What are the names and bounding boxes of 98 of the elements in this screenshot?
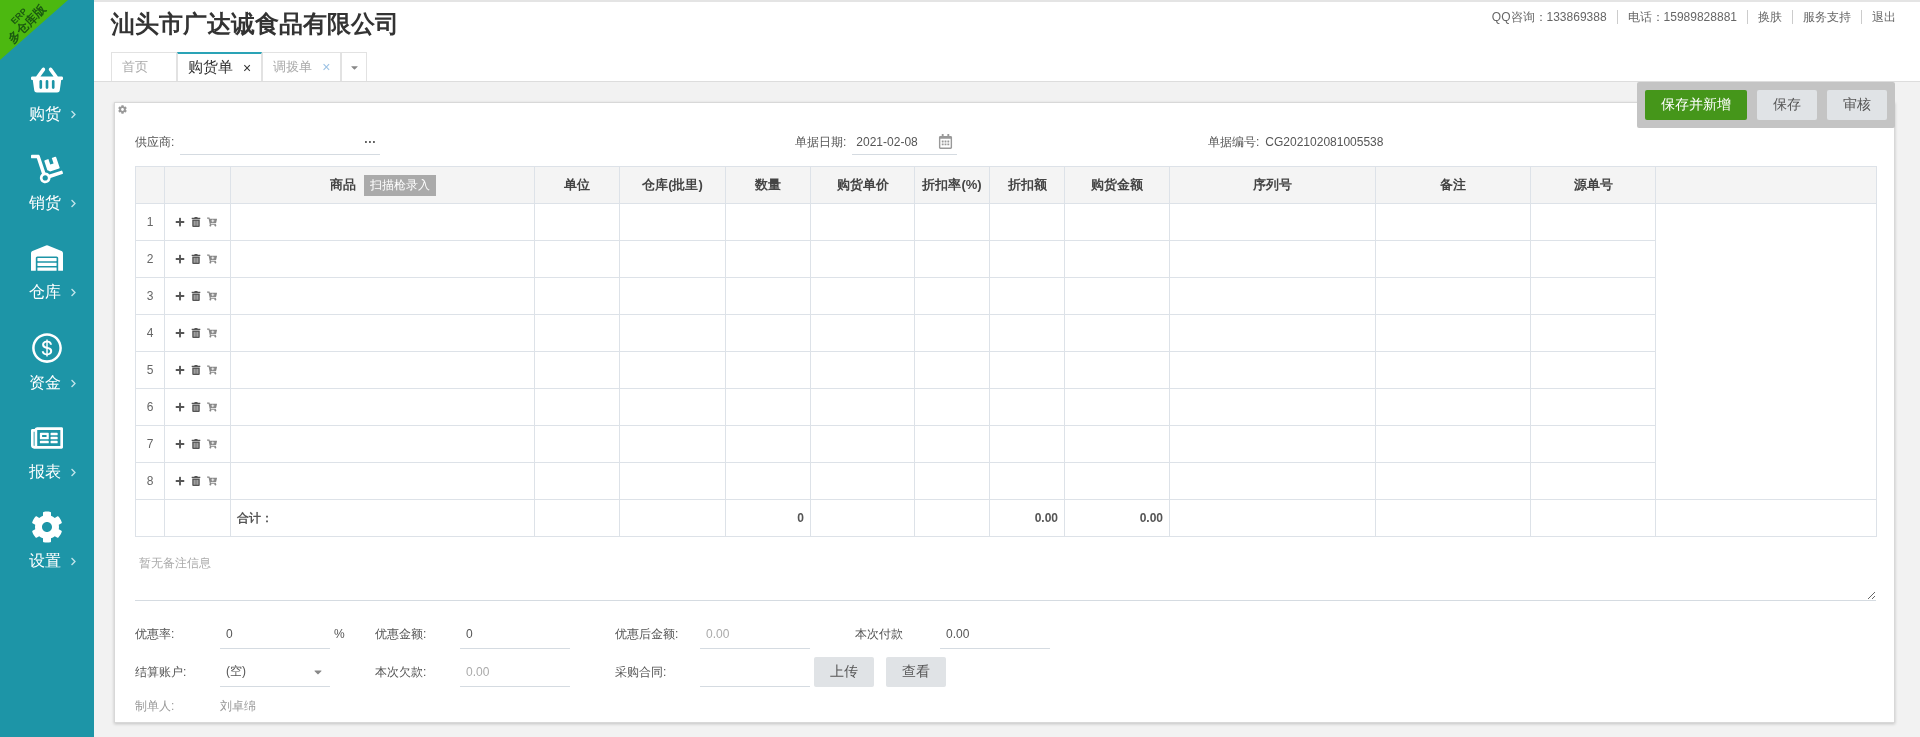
input-field[interactable]: 0.00 bbox=[940, 619, 1050, 649]
row-number: 6 bbox=[146, 400, 154, 414]
row-number: 8 bbox=[146, 474, 154, 488]
unit-label: % bbox=[334, 627, 345, 641]
row-number: 4 bbox=[146, 326, 154, 340]
plus-icon[interactable] bbox=[175, 328, 185, 338]
field-label: 本次付款 bbox=[855, 625, 904, 643]
plus-icon[interactable] bbox=[175, 365, 185, 375]
column-header: 仓库(批里) bbox=[619, 166, 726, 204]
column-header: 单位 bbox=[534, 166, 620, 204]
cart-icon[interactable] bbox=[207, 402, 217, 412]
chevron-right-icon bbox=[68, 288, 78, 297]
column-header: 购货单价 bbox=[810, 166, 915, 204]
company-title: 汕头市广达诚食品有限公司 bbox=[111, 9, 399, 39]
creator-name: 刘卓绵 bbox=[220, 697, 256, 715]
supplier-field[interactable]: ··· bbox=[180, 129, 381, 155]
plus-icon[interactable] bbox=[175, 439, 185, 449]
hand-truck-icon bbox=[31, 153, 63, 185]
column-header: 折扣率(%) bbox=[914, 166, 990, 204]
header-link[interactable]: 退出 bbox=[1861, 10, 1906, 24]
cart-icon[interactable] bbox=[207, 439, 217, 449]
trash-icon[interactable] bbox=[191, 328, 201, 338]
action-button[interactable]: 审核 bbox=[1827, 90, 1887, 120]
field-label: 采购合同: bbox=[615, 663, 668, 681]
sidebar-item[interactable]: 购货 bbox=[16, 64, 78, 125]
upload-button[interactable]: 查看 bbox=[886, 657, 946, 687]
header-link[interactable]: QQ咨询：133869388 bbox=[1481, 10, 1617, 24]
row-number: 3 bbox=[146, 289, 154, 303]
field-label: 制单人: bbox=[135, 697, 176, 715]
chevron-right-icon bbox=[68, 468, 78, 477]
close-button[interactable]: × bbox=[243, 59, 252, 76]
trash-icon[interactable] bbox=[191, 402, 201, 412]
table-cell: 0.00 bbox=[1064, 499, 1170, 537]
row-number: 1 bbox=[146, 215, 154, 229]
trash-icon[interactable] bbox=[191, 254, 201, 264]
field-label: 单据日期: bbox=[795, 133, 847, 151]
field-label: 优惠后金额: bbox=[615, 625, 680, 643]
field-label: 供应商: bbox=[135, 133, 175, 151]
cart-icon[interactable] bbox=[207, 328, 217, 338]
chevron-right-icon bbox=[68, 110, 78, 119]
column-header: 备注 bbox=[1375, 166, 1531, 204]
plus-icon[interactable] bbox=[175, 217, 185, 227]
sidebar-item[interactable]: 资金 bbox=[16, 331, 78, 394]
trash-icon[interactable] bbox=[191, 476, 201, 486]
field-label: 单据编号: bbox=[1208, 133, 1260, 151]
cart-icon[interactable] bbox=[207, 254, 217, 264]
cart-icon[interactable] bbox=[207, 365, 217, 375]
upload-button[interactable]: 上传 bbox=[814, 657, 874, 687]
header-link[interactable]: 服务支持 bbox=[1792, 10, 1861, 24]
dollar-icon bbox=[30, 331, 64, 365]
column-header: 数量 bbox=[725, 166, 811, 204]
row-number: 2 bbox=[146, 252, 154, 266]
header-link[interactable]: 换肤 bbox=[1747, 10, 1792, 24]
chevron-right-icon bbox=[68, 379, 78, 388]
calendar-icon[interactable] bbox=[938, 134, 954, 149]
plus-icon[interactable] bbox=[175, 476, 185, 486]
field-label: 优惠金额: bbox=[375, 625, 428, 643]
sidebar-item[interactable]: 设置 bbox=[16, 511, 78, 572]
field-label: 优惠率: bbox=[135, 625, 176, 643]
select-field[interactable]: (空) bbox=[220, 657, 330, 687]
gear-icon[interactable] bbox=[118, 105, 127, 114]
trash-icon[interactable] bbox=[191, 217, 201, 227]
trash-icon[interactable] bbox=[191, 439, 201, 449]
cart-icon[interactable] bbox=[207, 291, 217, 301]
input-field[interactable]: 0 bbox=[460, 619, 570, 649]
field-label: 结算账户: bbox=[135, 663, 188, 681]
input-field[interactable]: 0 bbox=[220, 619, 330, 649]
date-field[interactable]: 2021-02-08 bbox=[852, 129, 958, 155]
plus-icon[interactable] bbox=[175, 402, 185, 412]
warehouse-icon bbox=[31, 242, 63, 274]
table-cell: 0 bbox=[725, 499, 811, 537]
sidebar-item[interactable]: 报表 bbox=[16, 422, 78, 483]
header-link[interactable]: 电话：15989828881 bbox=[1616, 10, 1747, 24]
bill-number: CG202102081005538 bbox=[1265, 135, 1384, 149]
trash-icon[interactable] bbox=[191, 291, 201, 301]
sidebar-item[interactable]: 销货 bbox=[16, 153, 78, 214]
trash-icon[interactable] bbox=[191, 365, 201, 375]
column-header: 源单号 bbox=[1530, 166, 1656, 204]
table-cell: 0.00 bbox=[989, 499, 1065, 537]
sidebar-item[interactable]: 仓库 bbox=[16, 242, 78, 303]
action-button[interactable]: 保存 bbox=[1757, 90, 1817, 120]
row-number: 5 bbox=[146, 363, 154, 377]
chevron-right-icon bbox=[68, 199, 78, 208]
gear-icon bbox=[31, 511, 63, 543]
cart-icon[interactable] bbox=[207, 217, 217, 227]
column-title: 商品 bbox=[329, 176, 356, 192]
column-header: 折扣额 bbox=[989, 166, 1065, 204]
plus-icon[interactable] bbox=[175, 254, 185, 264]
column-header: 购货金额 bbox=[1064, 166, 1170, 204]
row-number: 7 bbox=[146, 437, 154, 451]
total-label: 合计： bbox=[230, 499, 535, 537]
cart-icon[interactable] bbox=[207, 476, 217, 486]
action-button[interactable]: 保存并新增 bbox=[1645, 90, 1747, 120]
field-label: 本次欠款: bbox=[375, 663, 428, 681]
column-header: 序列号 bbox=[1169, 166, 1376, 204]
chevron-right-icon bbox=[68, 557, 78, 566]
plus-icon[interactable] bbox=[175, 291, 185, 301]
tab[interactable]: 购货单 × bbox=[177, 52, 263, 81]
